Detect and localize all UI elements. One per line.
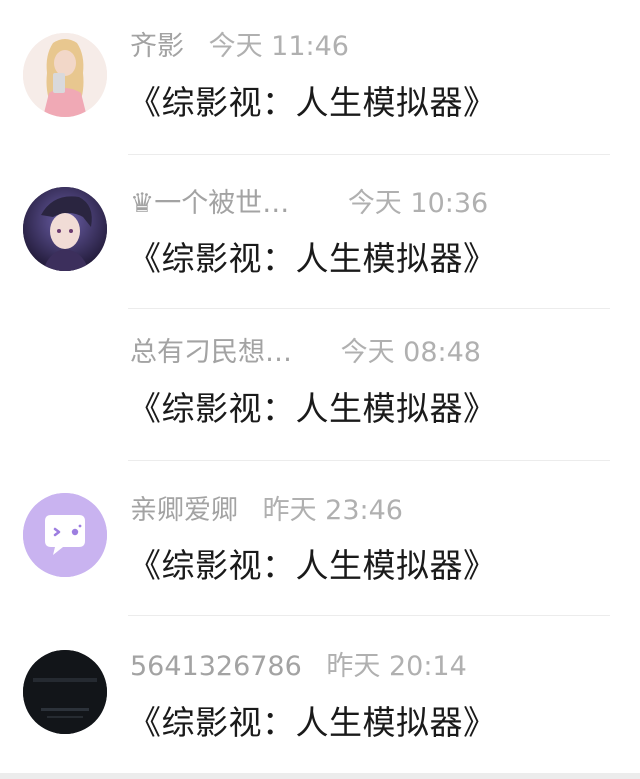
sender-name: 亲卿爱卿 <box>130 495 238 526</box>
timestamp: 今天 10:36 <box>347 188 489 219</box>
girl-photo-avatar-icon <box>23 33 107 117</box>
message-preview: 《综影视：人生模拟器》 <box>128 546 497 585</box>
dark-photo-avatar-icon <box>23 650 107 734</box>
divider <box>128 615 610 616</box>
bottom-edge <box>0 773 640 779</box>
message-meta: 亲卿爱卿 昨天 23:46 <box>130 491 403 531</box>
timestamp: 昨天 23:46 <box>262 495 403 526</box>
message-list: 齐影 今天 11:46 《综影视：人生模拟器》 ♛一个被世… 今天 10:36 … <box>0 0 640 779</box>
message-meta: 齐影 今天 11:46 <box>130 27 349 67</box>
timestamp: 今天 08:48 <box>340 337 481 368</box>
message-meta: 5641326786 昨天 20:14 <box>130 647 467 687</box>
message-item[interactable]: 齐影 今天 11:46 《综影视：人生模拟器》 <box>0 0 640 156</box>
message-meta: ♛一个被世… 今天 10:36 <box>130 184 488 224</box>
message-item[interactable]: 5641326786 昨天 20:14 《综影视：人生模拟器》 <box>0 617 640 773</box>
message-preview: 《综影视：人生模拟器》 <box>128 83 497 122</box>
sender-name: 总有刁民想… <box>130 337 292 368</box>
wink-chat-bubble-avatar-icon <box>23 493 107 577</box>
divider <box>128 460 610 461</box>
anime-boy-avatar-icon <box>23 187 107 271</box>
avatar[interactable] <box>23 650 107 734</box>
message-item[interactable]: ♛一个被世… 今天 10:36 《综影视：人生模拟器》 <box>0 156 640 312</box>
message-item[interactable]: 总有刁民想… 今天 08:48 《综影视：人生模拟器》 <box>0 310 640 466</box>
divider <box>128 154 610 155</box>
avatar[interactable] <box>23 187 107 271</box>
avatar[interactable] <box>23 33 107 117</box>
message-preview: 《综影视：人生模拟器》 <box>128 389 497 428</box>
message-preview: 《综影视：人生模拟器》 <box>128 703 497 742</box>
avatar[interactable] <box>23 493 107 577</box>
message-item[interactable]: 亲卿爱卿 昨天 23:46 《综影视：人生模拟器》 <box>0 462 640 618</box>
timestamp: 今天 11:46 <box>208 31 349 62</box>
divider <box>128 308 610 309</box>
sender-name: 齐影 <box>130 31 184 62</box>
sender-name: ♛一个被世… <box>130 188 290 219</box>
message-meta: 总有刁民想… 今天 08:48 <box>130 333 481 373</box>
message-preview: 《综影视：人生模拟器》 <box>128 239 497 278</box>
timestamp: 昨天 20:14 <box>326 651 467 682</box>
sender-name: 5641326786 <box>130 651 302 682</box>
